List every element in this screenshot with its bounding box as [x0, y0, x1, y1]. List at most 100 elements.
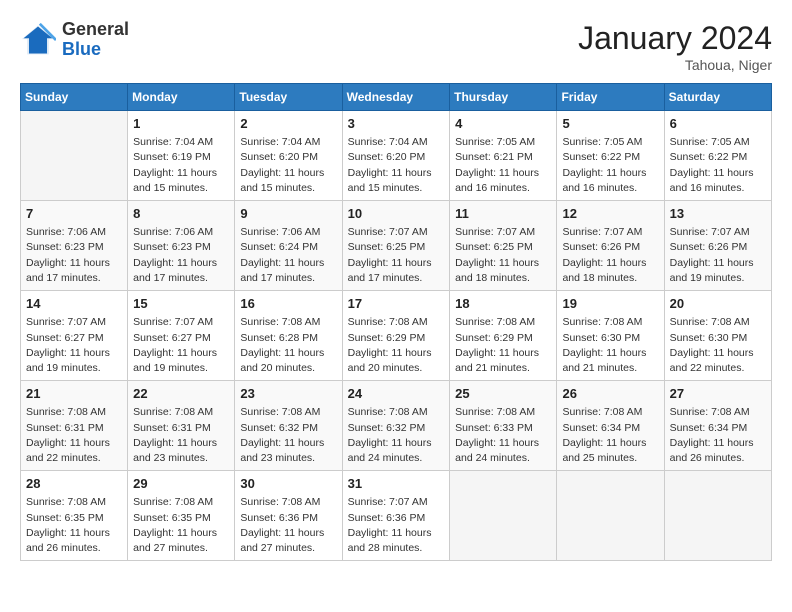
logo-icon [20, 22, 56, 58]
calendar-cell: 1 Sunrise: 7:04 AMSunset: 6:19 PMDaylight… [128, 111, 235, 201]
calendar-week-row: 28 Sunrise: 7:08 AMSunset: 6:35 PMDayligh… [21, 471, 772, 561]
day-info: Sunrise: 7:08 AMSunset: 6:30 PMDaylight:… [562, 315, 658, 376]
day-number: 22 [133, 385, 229, 403]
calendar-cell: 27 Sunrise: 7:08 AMSunset: 6:34 PMDayligh… [664, 381, 771, 471]
day-number: 31 [348, 475, 445, 493]
calendar-cell: 22 Sunrise: 7:08 AMSunset: 6:31 PMDayligh… [128, 381, 235, 471]
calendar-cell: 5 Sunrise: 7:05 AMSunset: 6:22 PMDaylight… [557, 111, 664, 201]
day-info: Sunrise: 7:08 AMSunset: 6:34 PMDaylight:… [670, 405, 766, 466]
calendar-week-row: 14 Sunrise: 7:07 AMSunset: 6:27 PMDayligh… [21, 291, 772, 381]
calendar-header-row: SundayMondayTuesdayWednesdayThursdayFrid… [21, 84, 772, 111]
calendar-cell: 21 Sunrise: 7:08 AMSunset: 6:31 PMDayligh… [21, 381, 128, 471]
calendar-table: SundayMondayTuesdayWednesdayThursdayFrid… [20, 83, 772, 561]
day-info: Sunrise: 7:04 AMSunset: 6:20 PMDaylight:… [240, 135, 336, 196]
day-info: Sunrise: 7:07 AMSunset: 6:27 PMDaylight:… [133, 315, 229, 376]
day-info: Sunrise: 7:07 AMSunset: 6:25 PMDaylight:… [348, 225, 445, 286]
day-info: Sunrise: 7:08 AMSunset: 6:29 PMDaylight:… [348, 315, 445, 376]
calendar-cell: 3Sunrise: 7:04 AMSunset: 6:20 PMDaylight… [342, 111, 450, 201]
calendar-cell: 2 Sunrise: 7:04 AMSunset: 6:20 PMDaylight… [235, 111, 342, 201]
day-number: 10 [348, 205, 445, 223]
day-number: 30 [240, 475, 336, 493]
day-info: Sunrise: 7:08 AMSunset: 6:32 PMDaylight:… [240, 405, 336, 466]
day-info: Sunrise: 7:08 AMSunset: 6:35 PMDaylight:… [26, 495, 122, 556]
day-number: 14 [26, 295, 122, 313]
calendar-week-row: 1 Sunrise: 7:04 AMSunset: 6:19 PMDaylight… [21, 111, 772, 201]
day-info: Sunrise: 7:05 AMSunset: 6:21 PMDaylight:… [455, 135, 551, 196]
day-number: 23 [240, 385, 336, 403]
calendar-cell: 24Sunrise: 7:08 AMSunset: 6:32 PMDayligh… [342, 381, 450, 471]
calendar-cell: 11 Sunrise: 7:07 AMSunset: 6:25 PMDayligh… [450, 201, 557, 291]
day-info: Sunrise: 7:07 AMSunset: 6:25 PMDaylight:… [455, 225, 551, 286]
day-info: Sunrise: 7:06 AMSunset: 6:23 PMDaylight:… [26, 225, 122, 286]
day-info: Sunrise: 7:08 AMSunset: 6:29 PMDaylight:… [455, 315, 551, 376]
day-number: 7 [26, 205, 122, 223]
day-info: Sunrise: 7:08 AMSunset: 6:31 PMDaylight:… [133, 405, 229, 466]
day-number: 4 [455, 115, 551, 133]
day-info: Sunrise: 7:08 AMSunset: 6:31 PMDaylight:… [26, 405, 122, 466]
day-number: 18 [455, 295, 551, 313]
day-info: Sunrise: 7:06 AMSunset: 6:23 PMDaylight:… [133, 225, 229, 286]
day-number: 5 [562, 115, 658, 133]
day-number: 21 [26, 385, 122, 403]
calendar-cell: 7 Sunrise: 7:06 AMSunset: 6:23 PMDaylight… [21, 201, 128, 291]
calendar-cell: 4 Sunrise: 7:05 AMSunset: 6:21 PMDaylight… [450, 111, 557, 201]
day-header-saturday: Saturday [664, 84, 771, 111]
day-info: Sunrise: 7:08 AMSunset: 6:32 PMDaylight:… [348, 405, 445, 466]
day-number: 1 [133, 115, 229, 133]
calendar-cell: 30 Sunrise: 7:08 AMSunset: 6:36 PMDayligh… [235, 471, 342, 561]
day-number: 9 [240, 205, 336, 223]
day-info: Sunrise: 7:08 AMSunset: 6:36 PMDaylight:… [240, 495, 336, 556]
day-info: Sunrise: 7:07 AMSunset: 6:26 PMDaylight:… [670, 225, 766, 286]
page-header: General Blue January 2024 Tahoua, Niger [20, 20, 772, 73]
calendar-cell: 16Sunrise: 7:08 AMSunset: 6:28 PMDayligh… [235, 291, 342, 381]
calendar-cell: 25 Sunrise: 7:08 AMSunset: 6:33 PMDayligh… [450, 381, 557, 471]
day-info: Sunrise: 7:08 AMSunset: 6:33 PMDaylight:… [455, 405, 551, 466]
calendar-cell: 18 Sunrise: 7:08 AMSunset: 6:29 PMDayligh… [450, 291, 557, 381]
day-number: 2 [240, 115, 336, 133]
calendar-cell: 12Sunrise: 7:07 AMSunset: 6:26 PMDayligh… [557, 201, 664, 291]
calendar-cell: 26 Sunrise: 7:08 AMSunset: 6:34 PMDayligh… [557, 381, 664, 471]
calendar-cell: 15Sunrise: 7:07 AMSunset: 6:27 PMDayligh… [128, 291, 235, 381]
day-number: 11 [455, 205, 551, 223]
calendar-cell: 31 Sunrise: 7:07 AMSunset: 6:36 PMDayligh… [342, 471, 450, 561]
day-number: 19 [562, 295, 658, 313]
day-number: 8 [133, 205, 229, 223]
day-info: Sunrise: 7:08 AMSunset: 6:35 PMDaylight:… [133, 495, 229, 556]
day-header-thursday: Thursday [450, 84, 557, 111]
calendar-cell: 17Sunrise: 7:08 AMSunset: 6:29 PMDayligh… [342, 291, 450, 381]
day-info: Sunrise: 7:04 AMSunset: 6:20 PMDaylight:… [348, 135, 445, 196]
month-title: January 2024 [578, 20, 772, 57]
day-info: Sunrise: 7:08 AMSunset: 6:30 PMDaylight:… [670, 315, 766, 376]
day-number: 27 [670, 385, 766, 403]
calendar-cell: 14 Sunrise: 7:07 AMSunset: 6:27 PMDayligh… [21, 291, 128, 381]
calendar-cell [664, 471, 771, 561]
calendar-week-row: 21 Sunrise: 7:08 AMSunset: 6:31 PMDayligh… [21, 381, 772, 471]
day-info: Sunrise: 7:05 AMSunset: 6:22 PMDaylight:… [670, 135, 766, 196]
calendar-week-row: 7 Sunrise: 7:06 AMSunset: 6:23 PMDaylight… [21, 201, 772, 291]
day-info: Sunrise: 7:07 AMSunset: 6:36 PMDaylight:… [348, 495, 445, 556]
day-header-friday: Friday [557, 84, 664, 111]
day-info: Sunrise: 7:08 AMSunset: 6:28 PMDaylight:… [240, 315, 336, 376]
day-number: 25 [455, 385, 551, 403]
calendar-cell: 10 Sunrise: 7:07 AMSunset: 6:25 PMDayligh… [342, 201, 450, 291]
day-number: 26 [562, 385, 658, 403]
day-header-wednesday: Wednesday [342, 84, 450, 111]
day-info: Sunrise: 7:05 AMSunset: 6:22 PMDaylight:… [562, 135, 658, 196]
day-info: Sunrise: 7:08 AMSunset: 6:34 PMDaylight:… [562, 405, 658, 466]
calendar-cell: 13Sunrise: 7:07 AMSunset: 6:26 PMDayligh… [664, 201, 771, 291]
day-number: 29 [133, 475, 229, 493]
day-header-monday: Monday [128, 84, 235, 111]
day-number: 6 [670, 115, 766, 133]
day-number: 28 [26, 475, 122, 493]
calendar-cell: 6 Sunrise: 7:05 AMSunset: 6:22 PMDaylight… [664, 111, 771, 201]
calendar-cell: 8 Sunrise: 7:06 AMSunset: 6:23 PMDaylight… [128, 201, 235, 291]
calendar-cell: 19 Sunrise: 7:08 AMSunset: 6:30 PMDayligh… [557, 291, 664, 381]
day-info: Sunrise: 7:07 AMSunset: 6:27 PMDaylight:… [26, 315, 122, 376]
title-block: January 2024 Tahoua, Niger [578, 20, 772, 73]
day-info: Sunrise: 7:06 AMSunset: 6:24 PMDaylight:… [240, 225, 336, 286]
location-subtitle: Tahoua, Niger [578, 57, 772, 73]
day-info: Sunrise: 7:07 AMSunset: 6:26 PMDaylight:… [562, 225, 658, 286]
calendar-cell [450, 471, 557, 561]
calendar-cell [557, 471, 664, 561]
day-info: Sunrise: 7:04 AMSunset: 6:19 PMDaylight:… [133, 135, 229, 196]
